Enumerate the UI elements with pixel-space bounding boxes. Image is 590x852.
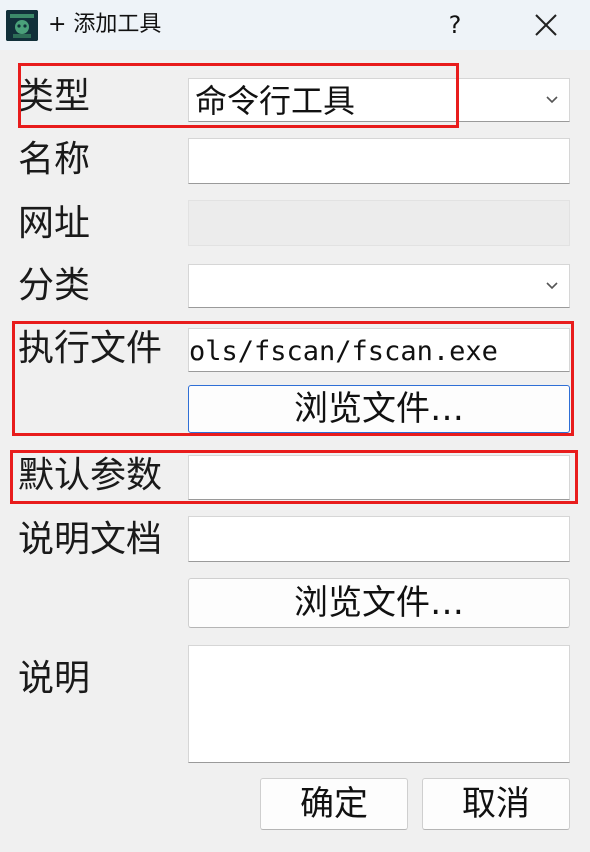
browse-doc-button[interactable]: 浏览文件… bbox=[188, 578, 570, 628]
url-label: 网址 bbox=[18, 203, 91, 244]
category-label: 分类 bbox=[18, 265, 91, 306]
type-label: 类型 bbox=[18, 76, 91, 117]
default-args-label: 默认参数 bbox=[18, 455, 163, 496]
url-input bbox=[188, 200, 570, 246]
description-textarea[interactable] bbox=[188, 645, 570, 763]
doc-path-input[interactable] bbox=[188, 516, 570, 562]
executable-path-input[interactable]: ols/fscan/fscan.exe bbox=[188, 328, 570, 372]
default-args-input[interactable] bbox=[188, 455, 570, 500]
name-label: 名称 bbox=[18, 139, 91, 180]
title-bar: + 添加工具 ? bbox=[0, 0, 590, 50]
description-label: 说明 bbox=[18, 658, 91, 699]
type-selected-value: 命令行工具 bbox=[195, 82, 356, 120]
window-title: + 添加工具 bbox=[48, 12, 162, 37]
app-logo-icon bbox=[6, 10, 38, 41]
chevron-down-icon bbox=[546, 96, 558, 104]
executable-path-value: ols/fscan/fscan.exe bbox=[189, 336, 498, 367]
category-combobox[interactable] bbox=[188, 264, 570, 308]
close-icon bbox=[535, 14, 557, 36]
help-button[interactable]: ? bbox=[440, 8, 470, 42]
doc-label: 说明文档 bbox=[18, 519, 163, 560]
chevron-down-icon bbox=[546, 282, 558, 290]
name-input[interactable] bbox=[188, 138, 570, 184]
type-combobox[interactable]: 命令行工具 bbox=[188, 78, 570, 122]
executable-label: 执行文件 bbox=[18, 328, 163, 369]
browse-executable-button[interactable]: 浏览文件… bbox=[188, 385, 570, 433]
ok-button[interactable]: 确定 bbox=[260, 778, 408, 830]
close-button[interactable] bbox=[528, 8, 564, 42]
cancel-button[interactable]: 取消 bbox=[422, 778, 570, 830]
